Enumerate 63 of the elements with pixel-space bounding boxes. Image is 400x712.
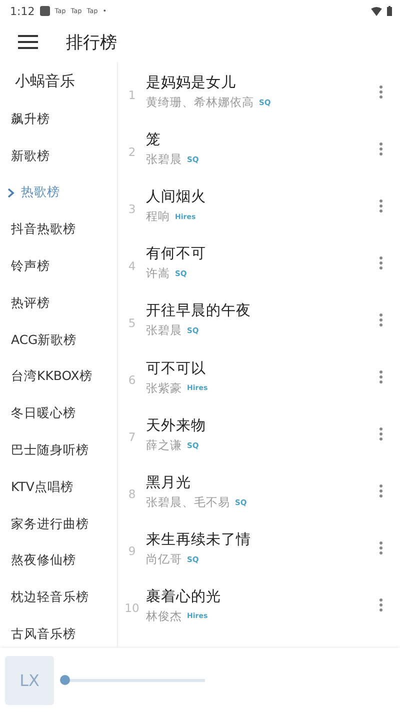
sidebar-item[interactable]: KTV点唱榜 [0,468,117,506]
sidebar-item[interactable]: 热评榜 [0,284,117,322]
song-title[interactable]: 开往早晨的午夜 [146,301,371,320]
song-title[interactable]: 来生再续未了情 [146,530,371,549]
sidebar-item[interactable]: 新歌榜 [0,138,117,175]
artist-name: 张紫豪 [146,380,182,396]
chevron-right-icon [7,188,15,198]
rank-number: 7 [127,429,137,444]
more-vertical-icon [379,484,383,498]
artist-name: 张碧晨、毛不易 [146,494,230,510]
progress-thumb[interactable] [60,675,70,685]
menu-button[interactable] [18,34,38,50]
sidebar-item[interactable]: 巴士随身听榜 [0,432,117,469]
song-title[interactable]: 是妈妈是女儿 [146,73,371,92]
song-title[interactable]: 黑月光 [146,472,371,492]
rank-number: 1 [127,86,137,102]
artist-name: 薛之谦 [146,438,182,453]
wifi-icon [371,6,382,16]
artist-name: 黄绮珊、希林娜依高 [146,95,254,110]
sidebar-item[interactable]: 抖音热歌榜 [0,211,117,248]
more-vertical-icon [379,84,383,99]
artist-name: 尚亿哥 [146,552,182,567]
artist-name: 林俊杰 [146,608,182,624]
more-vertical-icon [379,312,383,327]
page-title: 排行榜 [66,32,117,54]
sidebar-item[interactable]: ACG新歌榜 [0,322,117,359]
rank-number: 5 [127,314,137,330]
rank-number: 6 [127,372,137,388]
more-vertical-icon [379,370,383,384]
rank-number: 3 [127,200,137,216]
sidebar-item[interactable]: 熬夜修仙榜 [0,542,117,580]
app-brand: 小蜗音乐 [14,71,76,92]
song-title[interactable]: 天外来物 [146,416,371,435]
battery-icon [387,6,392,16]
more-vertical-icon [379,541,383,556]
more-vertical-icon [379,427,383,442]
sidebar-item[interactable]: 铃声榜 [0,248,117,285]
artist-name: 程响 [146,209,170,224]
rank-number: 9 [127,543,137,558]
rank-number: 8 [127,486,137,502]
status-time: 1:12 [10,4,35,18]
more-vertical-icon [379,142,383,156]
rank-number: 4 [127,258,137,273]
sidebar-item[interactable]: 家务进行曲榜 [0,506,117,543]
sidebar-item[interactable]: 飙升榜 [0,101,117,138]
sidebar-item[interactable]: 冬日暖心榜 [0,395,117,432]
sidebar-item[interactable]: 台湾KKBOX榜 [0,358,117,396]
song-title[interactable]: 可不可以 [146,358,371,378]
artist-name: 许嵩 [146,266,170,282]
sidebar-item[interactable]: 古风音乐榜 [0,616,117,648]
song-title[interactable]: 笼 [146,130,371,150]
song-title[interactable]: 裹着心的光 [146,586,371,606]
more-vertical-icon [379,198,383,213]
rank-number: 2 [127,144,137,159]
app-notification-icon [40,6,50,16]
more-vertical-icon [379,598,383,612]
more-vertical-icon [379,256,383,270]
artist-name: 张碧晨 [146,323,182,338]
rank-number: 10 [124,600,140,616]
song-title[interactable]: 人间烟火 [146,187,371,206]
artist-name: 张碧晨 [146,152,182,168]
song-title[interactable]: 有何不可 [146,244,371,264]
sidebar-item[interactable]: 枕边轻音乐榜 [0,579,117,616]
